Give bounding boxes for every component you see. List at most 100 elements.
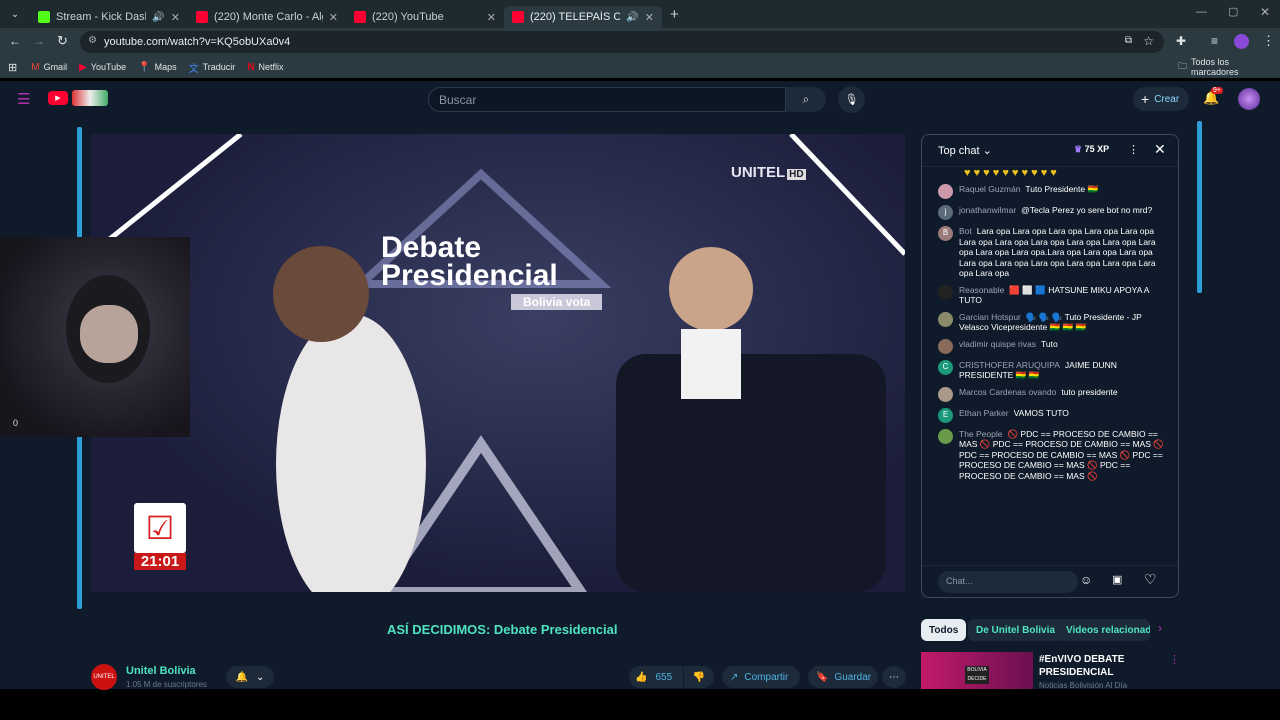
related-video-thumbnail[interactable]: BOLIVIA DECIDE — [921, 652, 1033, 689]
close-icon[interactable]: ✕ — [171, 11, 180, 24]
related-video-title[interactable]: #EnVIVO DEBATE PRESIDENCIAL — [1039, 653, 1159, 679]
install-icon[interactable]: ⧉ — [1125, 35, 1132, 46]
chat-input[interactable]: Chat... — [938, 571, 1078, 593]
channel-avatar[interactable]: UNITEL — [91, 664, 117, 690]
avatar[interactable] — [938, 386, 953, 402]
menu-icon[interactable]: ☰ — [17, 90, 30, 108]
bookmark-gmail[interactable]: M Gmail — [31, 62, 67, 73]
chip-de-unitel[interactable]: De Unitel Bolivia — [968, 619, 1063, 641]
avatar[interactable]: j — [938, 205, 953, 220]
minimize-button[interactable]: — — [1196, 6, 1207, 18]
bolivia-decide-logo: BOLIVIA DECIDE — [965, 666, 989, 684]
tab-telepais[interactable]: (220) TELEPAÍS CENTRAL - …🔊✕ — [504, 6, 662, 28]
webcam-overlay: 0 — [0, 237, 190, 437]
folder-icon: 🗀 — [1178, 61, 1188, 71]
menu-icon[interactable]: ⋮ — [1262, 33, 1275, 49]
avatar[interactable] — [938, 184, 953, 199]
maps-icon: 📍 — [138, 61, 151, 73]
maximize-button[interactable]: ▢ — [1228, 5, 1238, 18]
chat-scrollbar[interactable] — [1197, 121, 1202, 293]
url-input[interactable]: ⚙ youtube.com/watch?v=KQ5obUXa0v4 ⧉ ☆ — [80, 31, 1164, 53]
netflix-icon: N — [247, 61, 255, 73]
chat-message: Raquel Guzmán Tuto Presidente 🇧🇴 — [922, 181, 1178, 202]
close-icon[interactable]: ✕ — [1154, 141, 1166, 158]
chat-message: Garcian Hotspur 🗣️ 🗣️ 🗣️ Tuto Presidente … — [922, 309, 1178, 336]
save-button[interactable]: 🔖 Guardar — [808, 666, 878, 688]
bookmark-star-icon[interactable]: ☆ — [1143, 34, 1154, 48]
gmail-icon: M — [31, 61, 40, 73]
account-avatar[interactable] — [1238, 88, 1260, 110]
site-info-icon[interactable]: ⚙ — [88, 35, 97, 46]
new-tab-button[interactable]: + — [670, 6, 679, 23]
media-icon[interactable]: ≡ — [1211, 34, 1218, 48]
video-title: ASÍ DECIDIMOS: Debate Presidencial — [387, 622, 618, 637]
chat-input-row: Chat... ☺ ▣ ♡ — [922, 565, 1178, 597]
bookmark-maps[interactable]: 📍 Maps — [138, 62, 176, 73]
profile-avatar[interactable] — [1234, 34, 1249, 49]
chip-todos[interactable]: Todos — [921, 619, 967, 641]
close-icon[interactable]: ✕ — [329, 11, 338, 24]
apps-icon[interactable]: ⊞ — [8, 61, 17, 74]
doodle-logo[interactable] — [72, 90, 108, 106]
like-button[interactable]: 👍 655 — [629, 666, 683, 688]
emoji-icon[interactable]: ☺ — [1080, 573, 1092, 587]
avatar[interactable]: B — [938, 226, 953, 241]
avatar[interactable]: E — [938, 407, 953, 423]
back-icon[interactable]: ← — [9, 34, 21, 48]
top-chat-dropdown[interactable]: Top chat ⌄ — [938, 144, 992, 157]
tab-monte-carlo[interactable]: (220) Monte Carlo - Alguien Más✕ — [188, 6, 346, 28]
channel-name[interactable]: Unitel Bolivia — [126, 665, 196, 677]
video-player[interactable]: Debate Presidencial Bolivia vota UNITEL H… — [91, 134, 905, 592]
browser-tabbar: ⌄ Stream - Kick Dashboard🔊✕ (220) Monte … — [0, 0, 1280, 28]
dislike-button[interactable]: 👎 — [684, 666, 714, 688]
forward-icon[interactable]: → — [33, 34, 45, 48]
translate-icon: 文 — [188, 63, 199, 75]
create-button[interactable]: + Crear — [1133, 87, 1189, 111]
bookmark-youtube[interactable]: ▶ YouTube — [79, 62, 126, 73]
reload-icon[interactable]: ↻ — [57, 33, 68, 49]
heart-icon[interactable]: ♡ — [1144, 571, 1157, 588]
chevron-right-icon[interactable]: › — [1158, 621, 1162, 635]
bookmark-netflix[interactable]: N Netflix — [247, 62, 283, 73]
chat-message: The People 🚫 PDC == PROCESO DE CAMBIO == … — [922, 426, 1178, 485]
chat-menu-icon[interactable]: ⋮ — [1128, 143, 1139, 156]
more-actions-button[interactable]: ⋯ — [882, 666, 906, 688]
youtube-icon: ▶ — [79, 61, 87, 73]
youtube-page: ☰ ▶ Buscar ⌕ 🎙 + Crear 🔔 9+ Debate Preside… — [0, 81, 1280, 690]
close-icon[interactable]: ✕ — [487, 11, 496, 24]
avatar[interactable] — [938, 428, 953, 444]
chat-message: Reasonable 🟥 ⬜ 🟦 HATSUNE MIKU APOYA A TUT… — [922, 282, 1178, 309]
avatar[interactable] — [938, 311, 953, 327]
avatar[interactable] — [938, 338, 953, 354]
xp-badge[interactable]: ♛ 75 XP — [1074, 144, 1109, 155]
chat-message: Marcos Cardenas ovando tuto presidente — [922, 384, 1178, 405]
thumbs-up-icon: 👍 — [635, 671, 648, 683]
streamer-face — [80, 305, 138, 363]
chat-message: B Bot Lara opa Lara opa Lara opa Lara opa … — [922, 223, 1178, 282]
close-icon[interactable]: ✕ — [645, 11, 654, 24]
share-button[interactable]: ↗ Compartir — [722, 666, 800, 688]
subscribe-bell-button[interactable]: 🔔 ⌄ — [226, 666, 274, 688]
stage-graphics — [91, 134, 905, 592]
search-button[interactable]: ⌕ — [786, 87, 826, 112]
search-input[interactable]: Buscar — [428, 87, 786, 112]
youtube-logo[interactable]: ▶ — [48, 91, 68, 105]
avatar[interactable] — [938, 284, 953, 300]
extensions-icon[interactable]: ✚ — [1176, 34, 1186, 48]
tab-kick[interactable]: Stream - Kick Dashboard🔊✕ — [30, 6, 188, 28]
avatar[interactable]: C — [938, 359, 953, 375]
tab-youtube[interactable]: (220) YouTube ✕ — [346, 6, 504, 28]
voice-search-button[interactable]: 🎙 — [838, 86, 865, 113]
all-bookmarks[interactable]: 🗀 Todos los marcadores — [1178, 57, 1268, 77]
chip-relacionados[interactable]: Videos relacionados — [1058, 619, 1150, 641]
related-video-channel: Noticias Bolivisión Al Día — [1039, 681, 1128, 690]
notifications-button[interactable]: 🔔 9+ — [1203, 87, 1223, 106]
more-icon[interactable]: ⋮ — [1169, 653, 1180, 666]
bookmarks-bar: ⊞ M Gmail ▶ YouTube 📍 Maps 文 Traducir N Netfl… — [0, 56, 1280, 78]
youtube-icon — [512, 11, 524, 23]
tab-list-button[interactable]: ⌄ — [4, 3, 26, 25]
share-icon: ↗ — [730, 671, 739, 683]
currency-icon[interactable]: ▣ — [1112, 573, 1122, 586]
close-window-button[interactable]: ✕ — [1260, 5, 1270, 19]
bookmark-traducir[interactable]: 文 Traducir — [189, 60, 236, 75]
